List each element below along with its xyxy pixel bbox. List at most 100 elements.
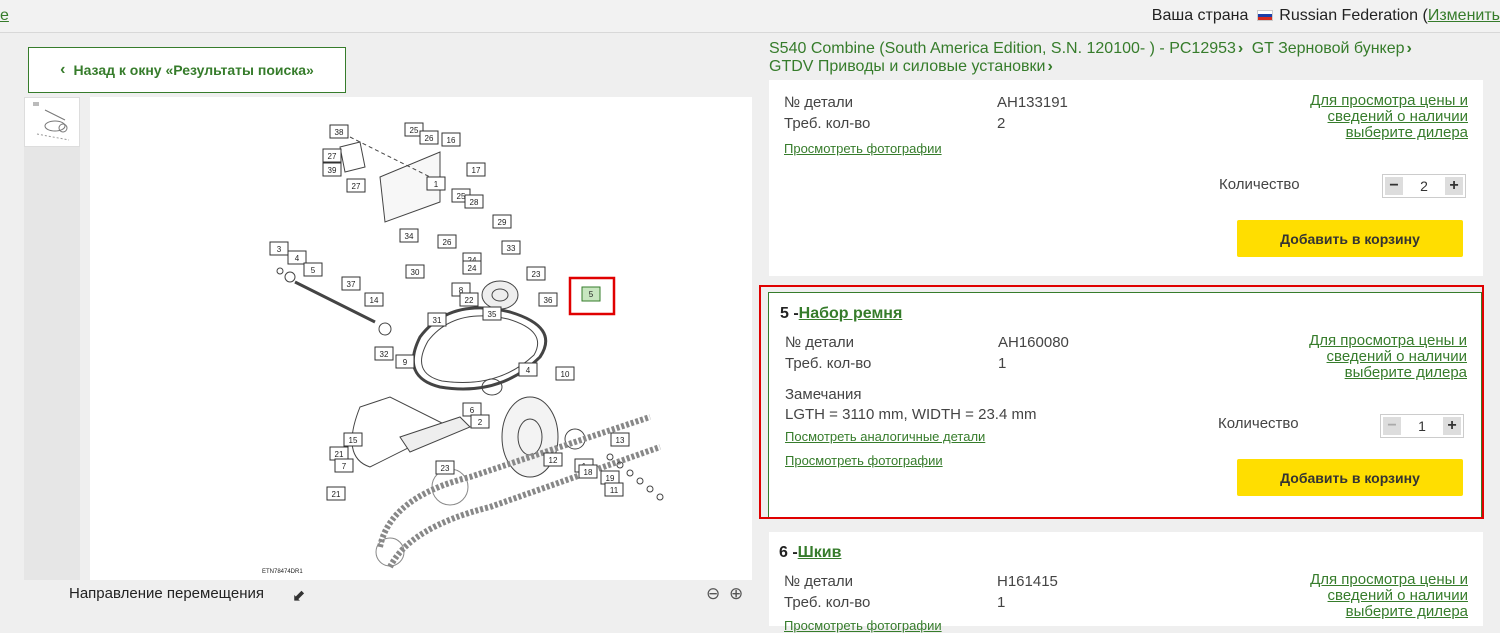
callout-label: 28	[470, 198, 479, 207]
callout-17[interactable]: 17	[466, 162, 486, 177]
callout-33[interactable]: 33	[501, 240, 521, 255]
country-selector: Ваша страна Russian Federation (Изменить	[1151, 7, 1500, 24]
callout-label: 15	[349, 436, 358, 445]
breadcrumb-item-drives[interactable]: GTDV Приводы и силовые установки	[769, 58, 1046, 75]
callout-32[interactable]: 32	[374, 346, 394, 361]
plus-icon[interactable]: +	[1445, 177, 1463, 195]
country-label: Ваша страна	[1151, 7, 1249, 24]
callout-34[interactable]: 34	[399, 228, 419, 243]
callout-1[interactable]: 1	[426, 176, 446, 191]
callout-11[interactable]: 11	[604, 482, 624, 497]
callout-label: 29	[498, 218, 507, 227]
callout-label: 38	[335, 128, 344, 137]
exploded-parts-diagram[interactable]: 3825261627392717125283429263324243453023…	[90, 97, 752, 580]
callout-label: 5	[311, 266, 316, 275]
truncated-link[interactable]: e	[0, 7, 9, 25]
callout-label: 35	[488, 310, 497, 319]
pan-arrow-icon[interactable]: ⬋	[292, 586, 305, 606]
callout-3[interactable]: 3	[269, 241, 289, 256]
callout-21[interactable]: 21	[329, 446, 349, 461]
callout-label: 6	[470, 406, 475, 415]
callout-10[interactable]: 10	[555, 366, 575, 381]
callout-19[interactable]: 19	[600, 470, 620, 485]
callout-22[interactable]: 22	[459, 292, 479, 307]
callout-label: 18	[584, 468, 593, 477]
breadcrumb-item-grain-tank[interactable]: GT Зерновой бункер	[1252, 40, 1405, 57]
part-title: 6 -Шкив	[779, 544, 841, 562]
callout-4[interactable]: 4	[518, 362, 538, 377]
callout-18[interactable]: 18	[578, 464, 598, 479]
callout-37[interactable]: 37	[341, 276, 361, 291]
callout-27[interactable]: 27	[322, 148, 342, 163]
callout-29[interactable]: 29	[492, 214, 512, 229]
callout-39[interactable]: 39	[322, 162, 342, 177]
callout-21[interactable]: 21	[326, 486, 346, 501]
callout-13[interactable]: 13	[610, 432, 630, 447]
callout-15[interactable]: 15	[343, 432, 363, 447]
callout-label: 26	[443, 238, 452, 247]
callout-26[interactable]: 26	[419, 130, 439, 145]
callout-2[interactable]: 2	[470, 414, 490, 429]
callout-label: 30	[411, 268, 420, 277]
quantity-label: Количество	[1219, 176, 1300, 193]
callout-16[interactable]: 16	[441, 132, 461, 147]
part-name-link[interactable]: Шкив	[798, 544, 842, 561]
callout-36[interactable]: 36	[538, 292, 558, 307]
callout-label: 12	[549, 456, 558, 465]
view-photos-link[interactable]: Просмотреть фотографии	[784, 141, 942, 156]
country-name: Russian Federation	[1279, 7, 1419, 24]
callout-27[interactable]: 27	[346, 178, 366, 193]
callout-31[interactable]: 31	[427, 312, 447, 327]
breadcrumb: S540 Combine (South America Edition, S.N…	[769, 40, 1489, 76]
callout-7[interactable]: 7	[334, 458, 354, 473]
callout-12[interactable]: 12	[543, 452, 563, 467]
qty-required-label: Треб. кол-во	[784, 594, 871, 611]
callout-label: 13	[616, 436, 625, 445]
callout-26[interactable]: 26	[437, 234, 457, 249]
zoom-in-icon[interactable]: ⊕	[729, 584, 743, 604]
callout-4[interactable]: 4	[287, 250, 307, 265]
callout-30[interactable]: 30	[405, 264, 425, 279]
chevron-right-icon: ›	[1237, 40, 1244, 57]
callout-6[interactable]: 6	[462, 402, 482, 417]
zoom-out-icon[interactable]: ⊖	[706, 584, 720, 604]
minus-icon[interactable]: −	[1385, 177, 1403, 195]
callout-35[interactable]: 35	[482, 306, 502, 321]
add-to-cart-button[interactable]: Добавить в корзину	[1237, 220, 1463, 257]
callout-label: 33	[507, 244, 516, 253]
callout-label: 26	[425, 134, 434, 143]
part-number-label: № детали	[784, 573, 854, 590]
select-dealer-link[interactable]: Для просмотра цены и сведений о наличии …	[1298, 572, 1468, 620]
callout-label: 9	[403, 358, 408, 367]
callout-label: 4	[526, 366, 531, 375]
qty-required: 1	[997, 594, 1006, 611]
quantity-stepper[interactable]: − 2 +	[1382, 174, 1466, 198]
back-to-results-button[interactable]: ‹ Назад к окну «Результаты поиска»	[28, 47, 346, 93]
pan-direction-label: Направление перемещения	[69, 585, 264, 602]
breadcrumb-item-model[interactable]: S540 Combine (South America Edition, S.N…	[769, 40, 1236, 57]
quantity-value[interactable]: 2	[1405, 178, 1443, 194]
chevron-left-icon: ‹	[60, 61, 66, 78]
callout-38[interactable]: 38	[329, 124, 349, 139]
callout-9[interactable]: 9	[395, 354, 415, 369]
callout-label: 37	[347, 280, 356, 289]
callout-24[interactable]: 24	[462, 260, 482, 275]
callout-label: 10	[561, 370, 570, 379]
thumbnail-strip	[24, 97, 80, 580]
callout-28[interactable]: 28	[464, 194, 484, 209]
callout-label: 27	[352, 182, 361, 191]
callout-5[interactable]: 5	[303, 262, 323, 277]
callout-label: 22	[465, 296, 474, 305]
callout-label: 1	[434, 180, 439, 189]
callout-label: 17	[472, 166, 481, 175]
callout-23[interactable]: 23	[526, 266, 546, 281]
callout-label: 32	[380, 350, 389, 359]
change-country-link[interactable]: Изменить	[1428, 7, 1500, 24]
callout-14[interactable]: 14	[364, 292, 384, 307]
part-number: AH133191	[997, 94, 1068, 111]
select-dealer-link[interactable]: Для просмотра цены и сведений о наличии …	[1298, 93, 1468, 141]
callout-label: 2	[478, 418, 483, 427]
callout-label: 4	[295, 254, 300, 263]
callout-23[interactable]: 23	[435, 460, 455, 475]
diagram-thumbnail[interactable]	[24, 97, 80, 147]
